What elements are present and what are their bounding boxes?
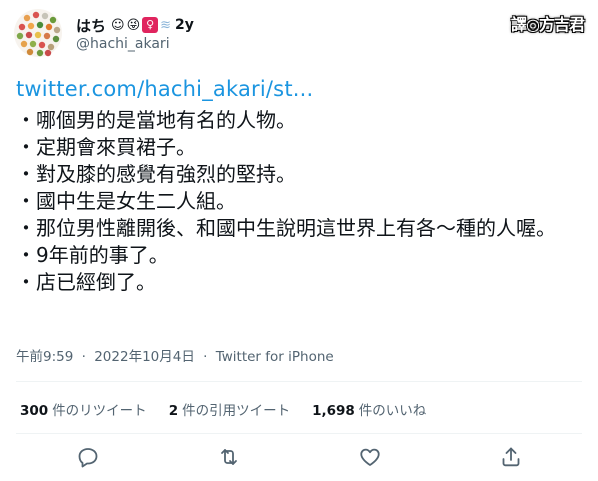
quotes-label: 件の引用ツイート bbox=[182, 403, 291, 419]
avatar[interactable] bbox=[14, 9, 62, 57]
tweet-meta: 午前9:59 · 2022年10月4日 · Twitter for iPhone bbox=[16, 345, 334, 365]
like-icon[interactable] bbox=[358, 445, 382, 469]
tweet-line: ・對及膝的感覺有強烈的堅持。 bbox=[16, 162, 296, 186]
share-icon[interactable] bbox=[499, 445, 523, 469]
retweets-stat[interactable]: 300 件のリツイート bbox=[20, 399, 147, 419]
user-name-row[interactable]: はち ☺ 😜 ♀ ≋ 2y bbox=[76, 14, 194, 36]
display-name[interactable]: はち bbox=[76, 15, 106, 36]
tweet-line: ・定期會來買裙子。 bbox=[16, 135, 196, 159]
engagement-stats: 300 件のリツイート 2 件の引用ツイート 1,698 件のいいね bbox=[20, 399, 426, 419]
user-handle[interactable]: @hachi_akari bbox=[76, 36, 170, 52]
divider bbox=[16, 381, 582, 382]
tweet-line: ・國中生是女生二人組。 bbox=[16, 189, 236, 213]
tweet-time[interactable]: 午前9:59 bbox=[16, 349, 73, 365]
tweet-source[interactable]: Twitter for iPhone bbox=[216, 349, 334, 365]
retweets-count: 300 bbox=[20, 403, 49, 419]
tweet-actions bbox=[0, 437, 598, 477]
tweet-line: ・那位男性離開後、和國中生說明這世界上有各～種的人喔。 bbox=[16, 216, 556, 240]
zany-face-icon: 😜 bbox=[126, 17, 141, 33]
likes-stat[interactable]: 1,698 件のいいね bbox=[312, 399, 426, 419]
smiley-face-icon: ☺ bbox=[111, 17, 125, 33]
dash-icon: ≋ bbox=[160, 17, 172, 33]
retweets-label: 件のリツイート bbox=[52, 403, 147, 419]
divider bbox=[16, 433, 582, 434]
likes-count: 1,698 bbox=[312, 403, 355, 419]
reply-icon[interactable] bbox=[76, 445, 100, 469]
retweet-icon[interactable] bbox=[217, 445, 241, 469]
translator-watermark: 譯◎方吉君 bbox=[511, 15, 585, 34]
tweet-link[interactable]: twitter.com/hachi_akari/st... bbox=[16, 77, 313, 101]
name-suffix: 2y bbox=[175, 17, 194, 33]
likes-label: 件のいいね bbox=[358, 403, 427, 419]
tweet-text: ・哪個男的是當地有名的人物。 ・定期會來買裙子。 ・對及膝的感覺有強烈的堅持。 … bbox=[16, 107, 586, 296]
quotes-count: 2 bbox=[168, 403, 179, 419]
quotes-stat[interactable]: 2 件の引用ツイート bbox=[169, 399, 290, 419]
tweet-date[interactable]: 2022年10月4日 bbox=[94, 349, 195, 365]
tweet-line: ・哪個男的是當地有名的人物。 bbox=[16, 108, 296, 132]
restroom-sign-icon: ♀ bbox=[142, 17, 159, 33]
meta-separator: · bbox=[81, 349, 86, 365]
tweet-line: ・9年前的事了。 bbox=[16, 243, 169, 267]
meta-separator: · bbox=[203, 349, 208, 365]
tweet-line: ・店已經倒了。 bbox=[16, 270, 156, 294]
